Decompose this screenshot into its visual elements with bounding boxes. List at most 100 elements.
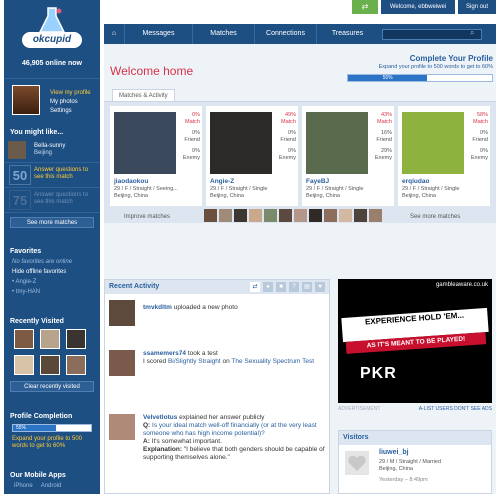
recent-thumbnail[interactable]: [66, 329, 86, 349]
activity-action: took a test: [187, 350, 218, 357]
match-photo[interactable]: [306, 112, 368, 174]
match-name[interactable]: erqiudao: [402, 178, 429, 185]
activity-avatar[interactable]: [109, 300, 135, 326]
mini-thumbnail[interactable]: [249, 209, 262, 222]
recent-thumbnail[interactable]: [40, 329, 60, 349]
welcome-user-text[interactable]: Welcome, ebbweiwei: [381, 0, 455, 14]
favorite-item[interactable]: • tmy-HAN: [4, 287, 100, 297]
recent-thumbnail[interactable]: [14, 355, 34, 375]
match-card[interactable]: 49% Match 0% Friend 0% Enemy Angie-Z 29 …: [206, 106, 298, 206]
list-item[interactable]: 75 Answer questions to see this match: [4, 188, 100, 213]
answer-questions-link[interactable]: Answer questions to see this match: [34, 167, 96, 181]
list-item[interactable]: Bella-sunny Beijing: [4, 138, 100, 163]
shuffle-icon[interactable]: ⇄: [352, 0, 378, 14]
mini-thumbnail[interactable]: [369, 209, 382, 222]
match-photo[interactable]: [210, 112, 272, 174]
heart-filter-icon[interactable]: ♥: [315, 282, 325, 292]
might-like-name[interactable]: Bella-sunny: [34, 143, 96, 150]
activity-user-link[interactable]: ssamemers74: [143, 350, 186, 357]
match-card[interactable]: 43% Match 16% Friend 29% Enemy FayeBJ 29…: [302, 106, 394, 206]
android-link[interactable]: Android: [41, 483, 62, 489]
friend-percent: 0%: [288, 130, 296, 136]
match-card[interactable]: 58% Match 0% Friend 0% Enemy erqiudao 29…: [398, 106, 490, 206]
visitor-avatar[interactable]: [345, 451, 369, 475]
nav-matches[interactable]: Matches: [192, 24, 254, 44]
match-name[interactable]: Angie-Z: [210, 178, 234, 185]
avatar[interactable]: [12, 85, 40, 115]
recent-activity-panel: Recent Activity ⇄ ● ■ ? ▤ ♥ tmvkdltm upl…: [104, 279, 330, 494]
mini-thumbnail[interactable]: [204, 209, 217, 222]
recent-thumbnail[interactable]: [14, 329, 34, 349]
friend-label: Friend: [376, 137, 392, 143]
advertisement[interactable]: gambleaware.co.uk EXPERIENCE HOLD 'EM...…: [338, 279, 492, 403]
page-title: Welcome home: [110, 64, 194, 78]
favorite-name[interactable]: tmy-HAN: [16, 289, 40, 295]
recent-thumbnail[interactable]: [40, 355, 60, 375]
mini-thumbnail[interactable]: [294, 209, 307, 222]
question-link[interactable]: Is your ideal match well-off financially…: [143, 422, 317, 437]
match-stats: 43% Match 16% Friend 29% Enemy: [370, 112, 392, 162]
match-photo[interactable]: [114, 112, 176, 174]
activity-user-link[interactable]: tmvkdltm: [143, 304, 172, 311]
visitor-name[interactable]: liuwei_bj: [379, 449, 409, 456]
hide-offline-link[interactable]: Hide offline favorites: [4, 267, 100, 277]
mini-thumbnail[interactable]: [354, 209, 367, 222]
favorite-name[interactable]: Angie-Z: [15, 279, 36, 285]
iphone-link[interactable]: iPhone: [14, 483, 33, 489]
logo[interactable]: okcupid: [22, 32, 82, 48]
journal-filter-icon[interactable]: ▤: [302, 282, 312, 292]
recent-thumbnail[interactable]: [66, 355, 86, 375]
mini-thumbnail[interactable]: [339, 209, 352, 222]
activity-filters: ⇄ ● ■ ? ▤ ♥: [250, 282, 325, 292]
sign-out-button[interactable]: Sign out: [458, 0, 496, 14]
might-like-place: Beijing: [34, 150, 53, 156]
mini-thumbnail[interactable]: [324, 209, 337, 222]
complete-progress-bar: 55%: [347, 74, 493, 82]
nav-messages[interactable]: Messages: [124, 24, 192, 44]
home-icon[interactable]: ⌂: [104, 24, 124, 44]
match-card[interactable]: 0% Match 0% Friend 0% Enemy jiaodaokou 2…: [110, 106, 202, 206]
activity-user-link[interactable]: Velvetlotus: [143, 414, 177, 421]
test-name-link[interactable]: The Sexuality Spectrum Test: [231, 358, 314, 365]
my-photos-link[interactable]: My photos: [50, 98, 91, 107]
tab-matches-activity[interactable]: Matches & Activity: [112, 89, 175, 101]
match-name[interactable]: FayeBJ: [306, 178, 329, 185]
answer-questions-link[interactable]: Answer questions to see this match: [34, 192, 96, 206]
mini-thumbnail[interactable]: [279, 209, 292, 222]
view-profile-link[interactable]: View my profile: [50, 89, 91, 98]
mini-thumbnail[interactable]: [234, 209, 247, 222]
mini-thumbnail[interactable]: [264, 209, 277, 222]
brand-area: okcupid 46,905 online now: [4, 0, 100, 78]
test-result-link[interactable]: Bi/Slightly Straight: [168, 358, 221, 365]
nav-connections[interactable]: Connections: [254, 24, 316, 44]
activity-avatar[interactable]: [109, 350, 135, 376]
match-thumbnail[interactable]: [8, 141, 26, 159]
clear-recent-button[interactable]: Clear recently visited: [10, 381, 94, 392]
list-item[interactable]: 50 Answer questions to see this match: [4, 163, 100, 188]
see-more-matches-link[interactable]: See more matches: [410, 214, 460, 220]
search-input[interactable]: [382, 29, 482, 40]
person-filter-icon[interactable]: ●: [263, 282, 273, 292]
activity-action: uploaded a new photo: [173, 304, 238, 311]
match-place: Beijing, China: [114, 193, 148, 199]
friend-percent: 16%: [380, 130, 392, 136]
mini-thumbnail[interactable]: [219, 209, 232, 222]
match-photo[interactable]: [402, 112, 464, 174]
question-filter-icon[interactable]: ?: [289, 282, 299, 292]
mini-thumbnail[interactable]: [309, 209, 322, 222]
sidebar: okcupid 46,905 online now View my profil…: [4, 0, 100, 494]
see-more-matches-button[interactable]: See more matches: [10, 217, 94, 228]
match-percent: 58%: [476, 112, 488, 118]
improve-matches-link[interactable]: Improve matches: [124, 214, 170, 220]
search-icon[interactable]: ⌕: [470, 28, 474, 38]
match-name[interactable]: jiaodaokou: [114, 178, 148, 185]
complete-profile-title[interactable]: Complete Your Profile: [347, 54, 493, 63]
settings-link[interactable]: Settings: [50, 107, 91, 116]
activity-avatar[interactable]: [109, 414, 135, 440]
camera-filter-icon[interactable]: ■: [276, 282, 286, 292]
favorite-item[interactable]: • Angie-Z: [4, 277, 100, 287]
completion-hint[interactable]: Expand your profile to 500 words to get …: [4, 434, 100, 452]
shuffle-filter-icon[interactable]: ⇄: [250, 282, 260, 292]
a-list-link[interactable]: A-LIST USERS DON'T SEE ADS: [419, 406, 492, 412]
nav-treasures[interactable]: Treasures: [316, 24, 378, 44]
